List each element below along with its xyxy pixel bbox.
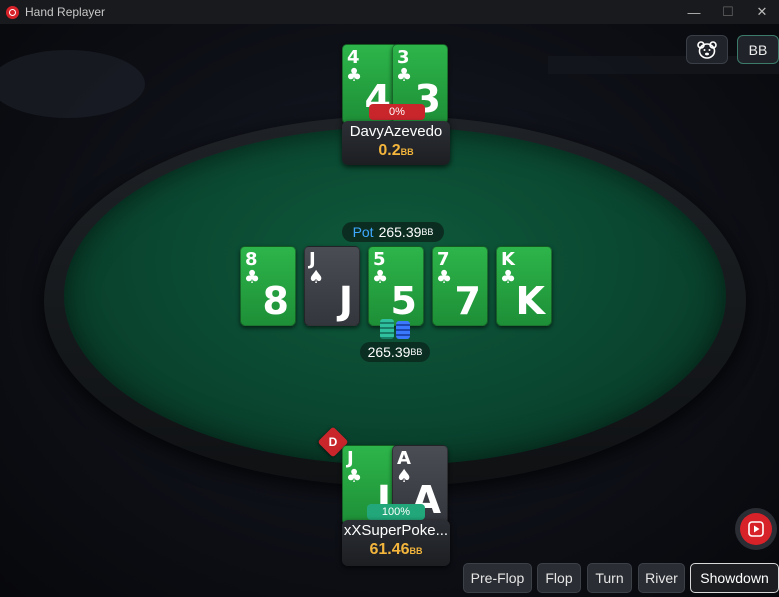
close-button[interactable]: ✕ bbox=[745, 0, 779, 24]
chip-stack-blue bbox=[396, 321, 410, 339]
card-rank-large: J bbox=[338, 279, 353, 323]
hero-equity-badge: 100% bbox=[367, 504, 425, 520]
card-rank-large: 7 bbox=[454, 279, 481, 323]
board-card-2: J ♠ J bbox=[304, 246, 360, 326]
street-button-pre-flop[interactable]: Pre-Flop bbox=[463, 563, 532, 593]
stack-value: 0.2 bbox=[378, 142, 401, 159]
top-player-nameplate[interactable]: DavyAzevedo 0.2BB bbox=[342, 121, 450, 165]
club-suit-icon: ♣ bbox=[436, 267, 453, 288]
top-player-name: DavyAzevedo bbox=[349, 123, 443, 140]
top-player-equity-badge: 0% bbox=[369, 104, 425, 120]
chips-icon bbox=[378, 319, 414, 341]
play-icon bbox=[740, 513, 772, 545]
card-rank-large: K bbox=[515, 279, 545, 323]
club-suit-icon: ♣ bbox=[346, 466, 363, 487]
background-table bbox=[0, 50, 145, 118]
street-button-flop[interactable]: Flop bbox=[537, 563, 581, 593]
club-suit-icon: ♣ bbox=[346, 65, 363, 86]
top-player-stack: 0.2BB bbox=[342, 142, 450, 160]
stack-value: 61.46 bbox=[369, 541, 410, 558]
club-suit-icon: ♣ bbox=[244, 267, 261, 288]
play-triangle-icon bbox=[748, 521, 764, 537]
spade-suit-icon: ♠ bbox=[396, 466, 413, 487]
board-card-1: 8 ♣ 8 bbox=[240, 246, 296, 326]
window-title: Hand Replayer bbox=[25, 5, 106, 19]
card-rank-large: 8 bbox=[262, 279, 289, 323]
club-suit-icon: ♣ bbox=[372, 267, 389, 288]
hero-nameplate[interactable]: xXSuperPoke... 61.46BB bbox=[342, 520, 450, 566]
title-bar: Hand Replayer — ☐ ✕ bbox=[0, 0, 779, 24]
club-suit-icon: ♣ bbox=[396, 65, 413, 86]
street-button-turn[interactable]: Turn bbox=[587, 563, 632, 593]
pot-label: Pot bbox=[352, 224, 374, 240]
stack-unit: BB bbox=[400, 147, 414, 157]
spade-suit-icon: ♠ bbox=[308, 267, 325, 288]
bet-amount: 265.39 BB bbox=[360, 342, 430, 362]
app-logo-icon bbox=[6, 5, 19, 19]
street-button-showdown[interactable]: Showdown bbox=[690, 563, 779, 593]
club-suit-icon: ♣ bbox=[500, 267, 517, 288]
board-card-4: 7 ♣ 7 bbox=[432, 246, 488, 326]
board-card-3: 5 ♣ 5 bbox=[368, 246, 424, 326]
dealer-button-label: D bbox=[328, 435, 338, 449]
bet-unit: BB bbox=[410, 347, 423, 357]
pot-display: Pot 265.39 BB bbox=[342, 222, 444, 242]
bb-toggle-button[interactable]: BB bbox=[737, 35, 779, 64]
stack-unit: BB bbox=[409, 546, 423, 556]
chip-stack-green bbox=[380, 319, 394, 339]
minimize-button[interactable]: — bbox=[677, 0, 711, 24]
window-controls: — ☐ ✕ bbox=[677, 0, 779, 24]
maximize-button[interactable]: ☐ bbox=[711, 0, 745, 24]
emoji-button[interactable] bbox=[686, 35, 728, 64]
pot-value: 265.39 bbox=[378, 224, 422, 240]
hero-name: xXSuperPoke... bbox=[343, 522, 449, 539]
board-card-5: K ♣ K bbox=[496, 246, 552, 326]
street-button-river[interactable]: River bbox=[638, 563, 685, 593]
play-button[interactable] bbox=[735, 508, 777, 550]
bear-face-icon bbox=[697, 40, 717, 59]
pot-unit: BB bbox=[421, 227, 434, 237]
bet-value: 265.39 bbox=[367, 344, 411, 360]
card-rank-large: 5 bbox=[390, 279, 417, 323]
hero-stack: 61.46BB bbox=[342, 541, 450, 559]
